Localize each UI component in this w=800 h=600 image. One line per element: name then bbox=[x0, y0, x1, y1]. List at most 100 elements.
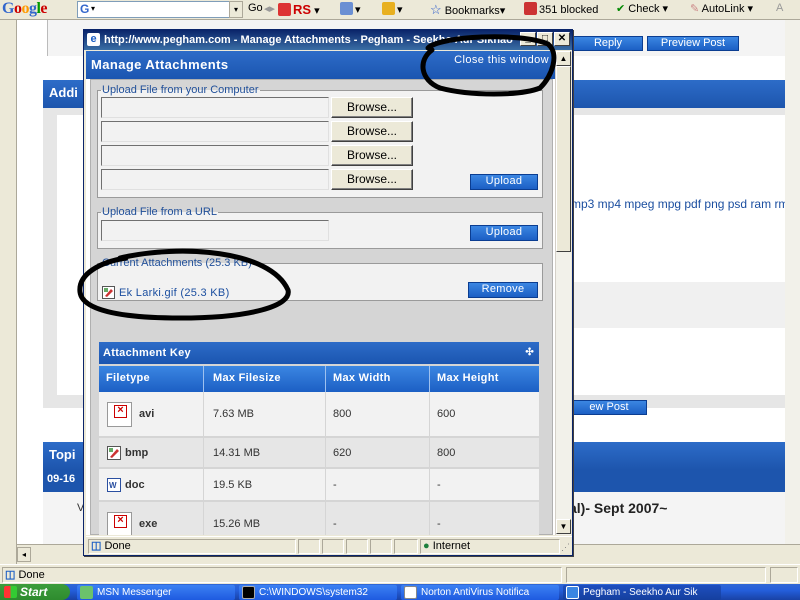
scroll-down-icon[interactable]: ▼ bbox=[556, 519, 571, 534]
row-divider bbox=[203, 502, 204, 535]
maximize-button[interactable]: □ bbox=[537, 32, 553, 46]
status-seg bbox=[298, 539, 320, 554]
bg-reply-button[interactable]: Reply bbox=[573, 36, 643, 51]
task-pegham[interactable]: Pegham - Seekho Aur Sik bbox=[563, 585, 721, 600]
row-divider bbox=[325, 438, 326, 468]
manage-attachments-window: e http://www.pegham.com - Manage Attachm… bbox=[83, 29, 573, 556]
attachment-key-header: Attachment Key ✣ bbox=[99, 342, 539, 364]
file-input-2[interactable] bbox=[101, 121, 329, 142]
broken-image-icon bbox=[107, 402, 132, 427]
browser-statusbar: ◫ Done bbox=[0, 564, 800, 584]
file-input-4[interactable] bbox=[101, 169, 329, 190]
row-divider bbox=[429, 502, 430, 535]
table-row: W doc 19.5 KB - - bbox=[99, 469, 539, 501]
broken-image-icon bbox=[107, 512, 132, 535]
go-button[interactable]: Go bbox=[248, 2, 263, 14]
popup-blocker-button[interactable]: ▾ bbox=[382, 2, 403, 16]
table-row: exe 15.26 MB - - bbox=[99, 502, 539, 535]
bg-preview-button[interactable]: Preview Post bbox=[647, 36, 739, 51]
status-zone: ● Internet bbox=[420, 539, 560, 554]
col-max-height: Max Height bbox=[437, 372, 499, 384]
bg-preview-button-2[interactable]: ew Post bbox=[571, 400, 647, 415]
manage-attachments-body: Upload File from your Computer Browse...… bbox=[90, 79, 553, 535]
file-input-3[interactable] bbox=[101, 145, 329, 166]
bg-field bbox=[571, 282, 800, 328]
file-input-1[interactable] bbox=[101, 97, 329, 118]
col-divider bbox=[429, 366, 430, 392]
autolink-button[interactable]: ✎ AutoLink ▾ bbox=[690, 2, 753, 15]
row-divider bbox=[325, 502, 326, 535]
filesize-cell: 15.26 MB bbox=[213, 518, 261, 530]
browse-button-2[interactable]: Browse... bbox=[331, 121, 413, 142]
row-divider bbox=[325, 392, 326, 437]
row-divider bbox=[429, 392, 430, 437]
attachment-file-link[interactable]: Ek Larki.gif (25.3 KB) bbox=[119, 287, 230, 299]
upload-url-button[interactable]: Upload bbox=[470, 225, 538, 241]
status-seg bbox=[370, 539, 392, 554]
col-max-width: Max Width bbox=[333, 372, 391, 384]
browser-status-seg bbox=[770, 567, 798, 583]
popup-titlebar[interactable]: e http://www.pegham.com - Manage Attachm… bbox=[84, 30, 572, 50]
row-divider bbox=[203, 438, 204, 468]
bmp-file-icon bbox=[107, 446, 121, 460]
search-dropdown-button[interactable]: ▾ bbox=[229, 1, 243, 18]
status-seg bbox=[346, 539, 368, 554]
blocker-icon bbox=[382, 2, 395, 15]
status-seg bbox=[394, 539, 418, 554]
browse-button-3[interactable]: Browse... bbox=[331, 145, 413, 166]
msn-icon bbox=[80, 586, 93, 599]
resize-grip-icon[interactable]: ⋰ bbox=[561, 542, 570, 553]
current-attachments-legend: Current Attachments (25.3 KB) bbox=[102, 257, 252, 269]
table-row: bmp 14.31 MB 620 800 bbox=[99, 438, 539, 468]
popup-title: http://www.pegham.com - Manage Attachmen… bbox=[104, 34, 513, 46]
hscroll-left-icon[interactable]: ◂ bbox=[17, 547, 31, 562]
remove-attachment-button[interactable]: Remove bbox=[468, 282, 538, 298]
width-cell: - bbox=[333, 479, 337, 491]
ie-icon: e bbox=[87, 33, 100, 46]
minimize-button[interactable]: _ bbox=[520, 32, 536, 46]
bg-thread-title[interactable]: al)- Sept 2007~ bbox=[569, 500, 667, 516]
google-g-icon: G bbox=[80, 2, 90, 16]
browse-button-1[interactable]: Browse... bbox=[331, 97, 413, 118]
col-max-filesize: Max Filesize bbox=[213, 372, 281, 384]
manage-attachments-header: Manage Attachments Close this window bbox=[86, 51, 555, 79]
task-cmd[interactable]: C:\WINDOWS\system32 bbox=[239, 585, 397, 600]
taskbar: Start MSN Messenger C:\WINDOWS\system32 … bbox=[0, 584, 800, 600]
tools-icon bbox=[340, 2, 353, 15]
task-norton[interactable]: Norton AntiVirus Notifica bbox=[401, 585, 559, 600]
bg-filetypes-text: mp3 mp4 mpeg mpg pdf png psd ram rm bbox=[571, 197, 789, 211]
width-cell: 620 bbox=[333, 447, 352, 459]
row-divider bbox=[203, 469, 204, 501]
rs-icon bbox=[278, 3, 291, 16]
close-window-link[interactable]: Close this window bbox=[454, 53, 549, 67]
upload-computer-legend: Upload File from your Computer bbox=[102, 84, 259, 96]
cmd-icon bbox=[242, 586, 255, 599]
popup-vscrollbar[interactable]: ▲ ▼ bbox=[555, 51, 571, 535]
bg-vscrollbar[interactable] bbox=[785, 20, 800, 544]
nav-arrows-icon[interactable]: ◂▸ bbox=[264, 2, 275, 15]
overflow-chevron-icon[interactable]: A bbox=[776, 2, 783, 14]
blocked-count[interactable]: 351 blocked bbox=[524, 2, 598, 16]
close-button[interactable]: ✕ bbox=[554, 32, 570, 46]
url-input[interactable] bbox=[101, 220, 329, 241]
rs-button[interactable]: RS ▾ bbox=[278, 2, 320, 17]
filesize-cell: 19.5 KB bbox=[213, 479, 253, 491]
page-icon: ◫ bbox=[5, 569, 16, 581]
collapse-icon[interactable]: ✣ bbox=[525, 342, 534, 364]
browse-button-4[interactable]: Browse... bbox=[331, 169, 413, 190]
task-msn[interactable]: MSN Messenger bbox=[77, 585, 235, 600]
tools-button[interactable]: ▾ bbox=[340, 2, 361, 16]
upload-computer-button[interactable]: Upload bbox=[470, 174, 538, 190]
bookmarks-button[interactable]: ☆ Bookmarks▾ bbox=[430, 2, 505, 18]
height-cell: - bbox=[437, 518, 441, 530]
scroll-thumb[interactable] bbox=[556, 66, 571, 252]
start-button[interactable]: Start bbox=[0, 584, 70, 600]
row-divider bbox=[429, 438, 430, 468]
scroll-up-icon[interactable]: ▲ bbox=[556, 51, 571, 66]
filetype-cell: avi bbox=[139, 408, 155, 420]
google-search-input[interactable]: G ▾ bbox=[77, 1, 243, 18]
windows-logo-icon bbox=[4, 586, 17, 598]
width-cell: 800 bbox=[333, 408, 352, 420]
upload-url-legend: Upload File from a URL bbox=[102, 206, 217, 218]
check-button[interactable]: ✔ Check ▾ bbox=[616, 2, 668, 15]
